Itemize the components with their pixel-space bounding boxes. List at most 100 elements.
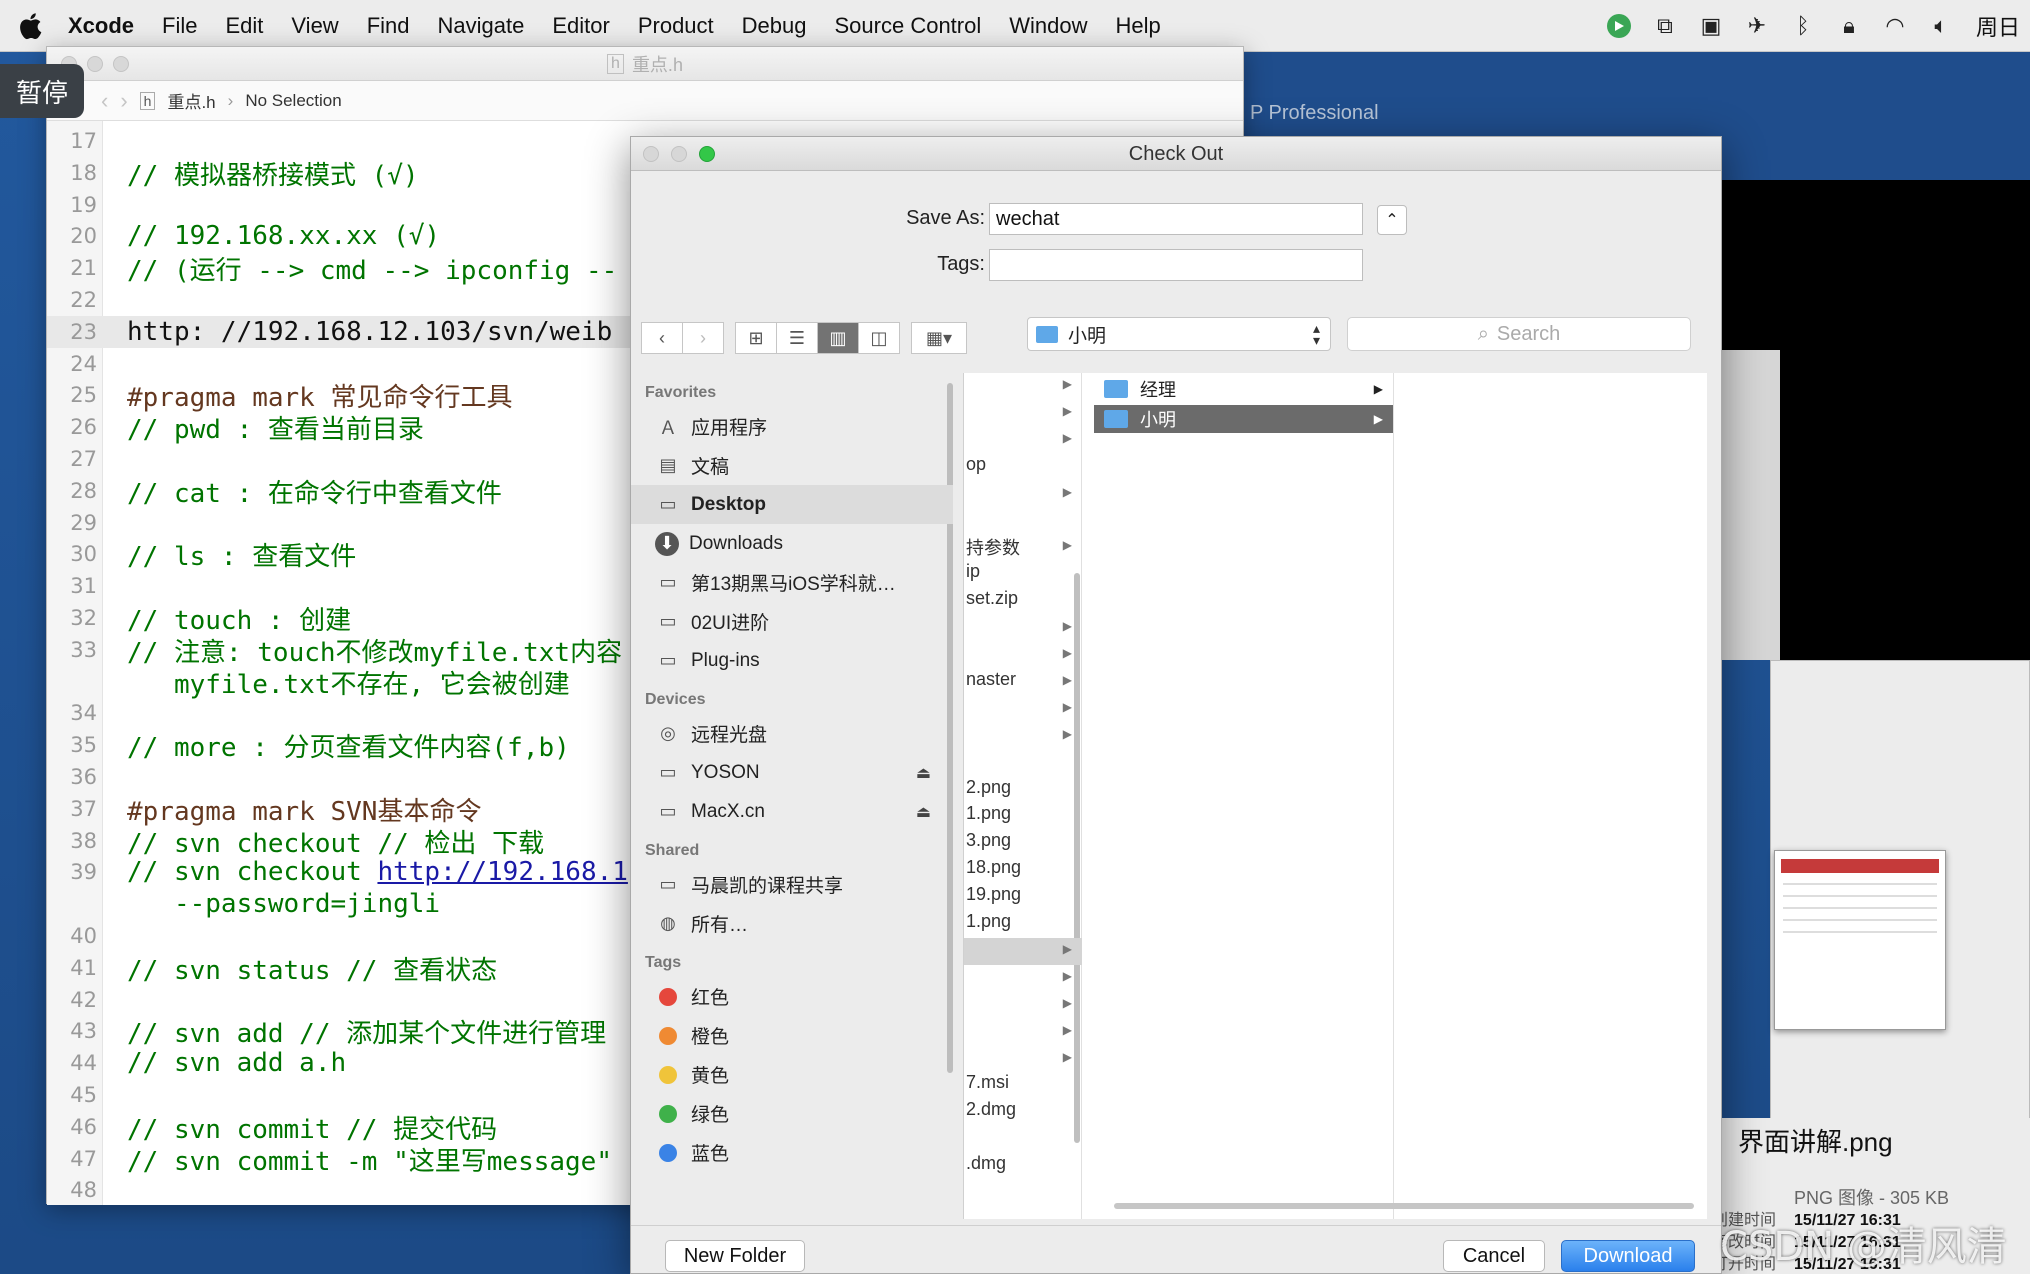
sidebar-item[interactable]: 橙色: [631, 1016, 953, 1055]
sidebar-item[interactable]: ▭ Plug-ins: [631, 641, 953, 680]
horizontal-scrollbar[interactable]: [1114, 1203, 1694, 1209]
eject-icon[interactable]: ⏏: [916, 802, 931, 822]
zoom-button[interactable]: [113, 56, 129, 72]
minimize-button[interactable]: [87, 56, 103, 72]
code-link[interactable]: http://192.168.1: [377, 857, 627, 887]
sidebar-item[interactable]: 绿色: [631, 1094, 953, 1133]
menu-item-view[interactable]: View: [277, 0, 352, 52]
sidebar-item[interactable]: ⬇ Downloads: [631, 524, 953, 563]
save-as-field[interactable]: wechat: [989, 203, 1363, 235]
list-item[interactable]: set.zip: [964, 588, 1082, 615]
list-item[interactable]: ▶: [964, 965, 1082, 992]
list-item[interactable]: ▶: [964, 400, 1082, 427]
list-item[interactable]: ▶: [964, 615, 1082, 642]
dialog-close-button[interactable]: [643, 146, 659, 162]
list-item[interactable]: ▶: [964, 1046, 1082, 1073]
back-arrow-icon[interactable]: ‹: [101, 88, 108, 114]
list-item[interactable]: ip: [964, 561, 1082, 588]
new-folder-button[interactable]: New Folder: [665, 1240, 805, 1272]
list-item[interactable]: 1.png: [964, 911, 1082, 938]
jumpbar-file[interactable]: 重点.h: [167, 88, 215, 113]
list-item[interactable]: [964, 750, 1082, 777]
path-popup[interactable]: 小明 ▴ ▾: [1027, 317, 1331, 351]
icon-view-button[interactable]: ⊞: [735, 322, 777, 354]
menu-item-source-control[interactable]: Source Control: [821, 0, 996, 52]
menu-item-help[interactable]: Help: [1102, 0, 1175, 52]
airplane-icon[interactable]: ✈: [1742, 11, 1772, 41]
menu-item-file[interactable]: File: [148, 0, 211, 52]
sidebar-item[interactable]: ▭ MacX.cn ⏏: [631, 792, 953, 831]
sidebar-item[interactable]: 红色: [631, 977, 953, 1016]
list-item[interactable]: ▶: [964, 373, 1082, 400]
arrange-button[interactable]: ▦▾: [911, 322, 967, 354]
bluetooth-icon[interactable]: ᛒ: [1788, 11, 1818, 41]
list-item[interactable]: op: [964, 454, 1082, 481]
sidebar-item[interactable]: ▭ Desktop: [631, 485, 953, 524]
list-item[interactable]: ▶: [964, 481, 1082, 508]
list-item[interactable]: ▶: [964, 1019, 1082, 1046]
sidebar-item[interactable]: ▭ 02UI进阶: [631, 602, 953, 641]
list-item[interactable]: naster ▶: [964, 669, 1082, 696]
lock-icon[interactable]: 🔒︎: [1834, 11, 1864, 41]
list-item[interactable]: ▶: [964, 427, 1082, 454]
list-item[interactable]: 2.dmg: [964, 1099, 1082, 1126]
sidebar-item[interactable]: ▤ 文稿: [631, 446, 953, 485]
dialog-zoom-button[interactable]: [699, 146, 715, 162]
menu-app-xcode[interactable]: Xcode: [54, 0, 148, 52]
screen-mirror-icon[interactable]: ⧉: [1650, 11, 1680, 41]
list-item[interactable]: ▶: [964, 938, 1082, 965]
list-item[interactable]: 18.png: [964, 857, 1082, 884]
back-button[interactable]: ‹: [641, 322, 683, 354]
folder-row[interactable]: 小明 ▶: [1094, 405, 1393, 433]
sidebar-item[interactable]: 蓝色: [631, 1133, 953, 1172]
list-item[interactable]: 持参数 ▶: [964, 534, 1082, 561]
list-item[interactable]: 7.msi: [964, 1072, 1082, 1099]
list-item[interactable]: 19.png: [964, 884, 1082, 911]
tags-field[interactable]: [989, 249, 1363, 281]
sidebar-item[interactable]: ◍ 所有…: [631, 904, 953, 943]
sidebar-item[interactable]: 黄色: [631, 1055, 953, 1094]
list-item[interactable]: [964, 1126, 1082, 1153]
menu-item-editor[interactable]: Editor: [538, 0, 623, 52]
column-view-button[interactable]: ▥: [817, 322, 859, 354]
sidebar-item[interactable]: Ａ 应用程序: [631, 407, 953, 446]
sidebar-item[interactable]: ▭ 第13期黑马iOS学科就…: [631, 563, 953, 602]
sidebar-item[interactable]: ▭ 马晨凯的课程共享: [631, 865, 953, 904]
volume-icon[interactable]: 🔈︎: [1926, 11, 1956, 41]
eject-icon[interactable]: ⏏: [916, 763, 931, 783]
menu-item-find[interactable]: Find: [353, 0, 424, 52]
collapse-button[interactable]: ⌃: [1377, 205, 1407, 235]
menu-clock[interactable]: 周日: [1972, 10, 2020, 42]
menu-item-edit[interactable]: Edit: [211, 0, 277, 52]
list-item[interactable]: 1.png: [964, 803, 1082, 830]
pause-badge[interactable]: 暂停: [0, 64, 84, 118]
menu-item-product[interactable]: Product: [624, 0, 728, 52]
list-view-button[interactable]: ☰: [776, 322, 818, 354]
list-item[interactable]: ▶: [964, 992, 1082, 1019]
list-item[interactable]: ▶: [964, 723, 1082, 750]
wifi-icon[interactable]: ◠: [1880, 11, 1910, 41]
download-button[interactable]: Download: [1561, 1240, 1695, 1272]
forward-arrow-icon[interactable]: ›: [120, 88, 127, 114]
menu-item-window[interactable]: Window: [995, 0, 1101, 52]
dialog-minimize-button[interactable]: [671, 146, 687, 162]
list-item[interactable]: 3.png: [964, 830, 1082, 857]
list-item[interactable]: .dmg: [964, 1153, 1082, 1180]
list-item[interactable]: 2.png: [964, 777, 1082, 804]
cancel-button[interactable]: Cancel: [1443, 1240, 1545, 1272]
screen-record-icon[interactable]: ▣: [1696, 11, 1726, 41]
folder-row[interactable]: 经理 ▶: [1094, 375, 1393, 403]
finder-file-thumbnail[interactable]: [1774, 850, 1946, 1030]
forward-button[interactable]: ›: [682, 322, 724, 354]
menu-item-navigate[interactable]: Navigate: [424, 0, 539, 52]
list-item[interactable]: [964, 508, 1082, 535]
apple-menu-icon[interactable]: [12, 8, 48, 44]
list-item[interactable]: ▶: [964, 696, 1082, 723]
menu-item-debug[interactable]: Debug: [728, 0, 821, 52]
sidebar-item[interactable]: ◎ 远程光盘: [631, 714, 953, 753]
search-field[interactable]: ⌕ Search: [1347, 317, 1691, 351]
coverflow-view-button[interactable]: ◫: [858, 322, 900, 354]
list-item[interactable]: ▶: [964, 642, 1082, 669]
jumpbar-selection[interactable]: No Selection: [245, 91, 341, 111]
sidebar-item[interactable]: ▭ YOSON ⏏: [631, 753, 953, 792]
